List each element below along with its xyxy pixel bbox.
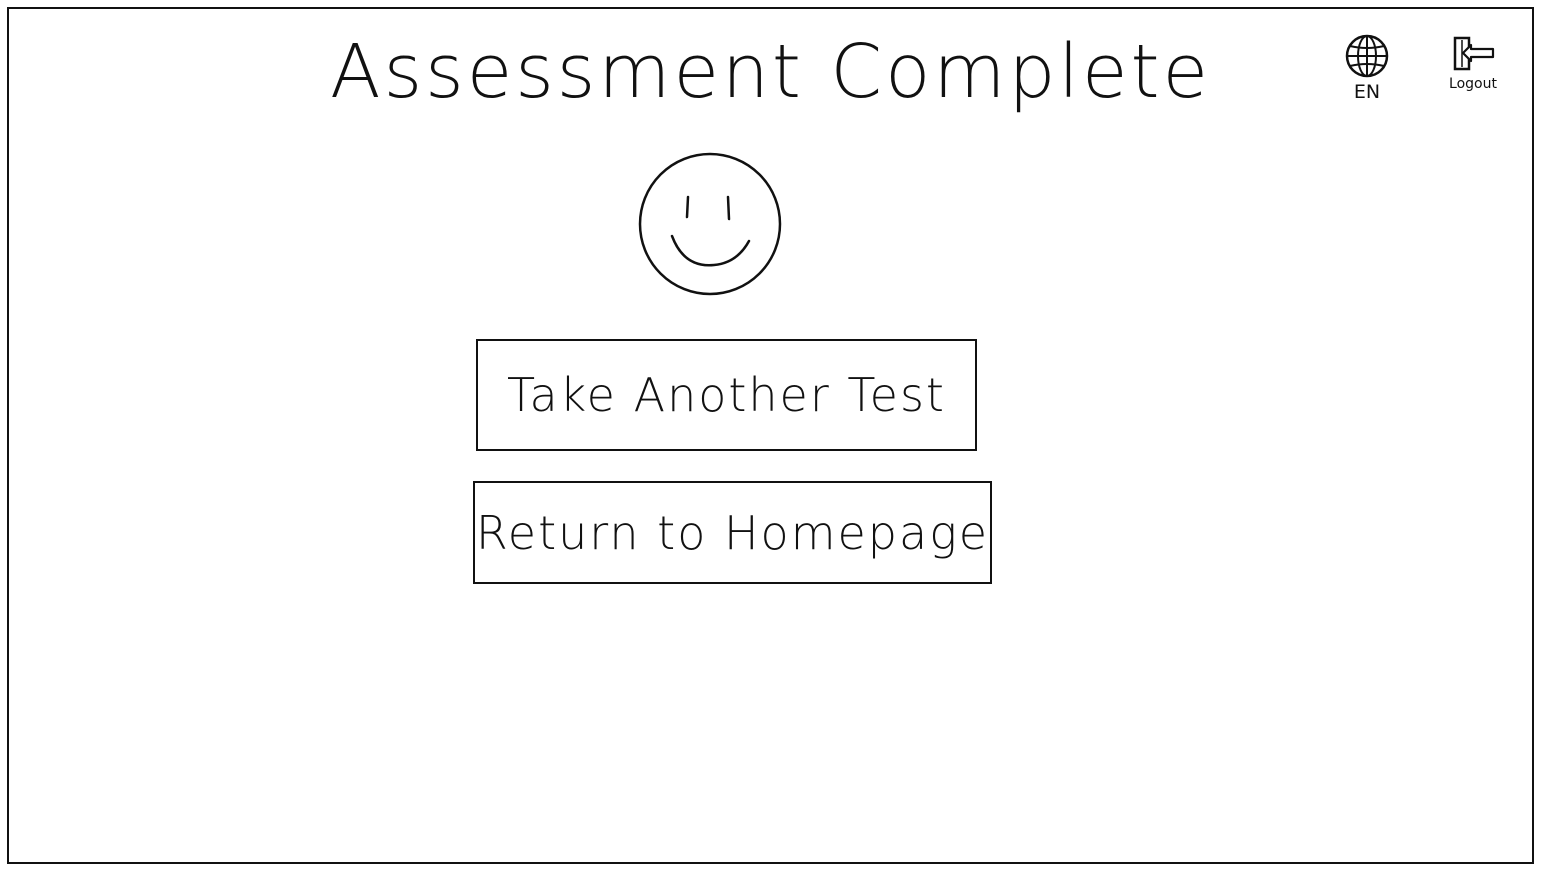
globe-icon [1345,34,1389,78]
logout-button[interactable]: Logout [1438,36,1508,92]
language-label: EN [1353,81,1381,103]
logout-door-icon [1453,36,1495,71]
logout-label: Logout [1449,76,1497,92]
return-to-homepage-button[interactable]: Return to Homepage [473,481,992,584]
smiley-face-icon [638,152,782,296]
language-selector[interactable]: EN [1336,33,1398,103]
take-another-test-button[interactable]: Take Another Test [476,339,977,451]
page-title: Assessment Complete [330,29,1212,115]
